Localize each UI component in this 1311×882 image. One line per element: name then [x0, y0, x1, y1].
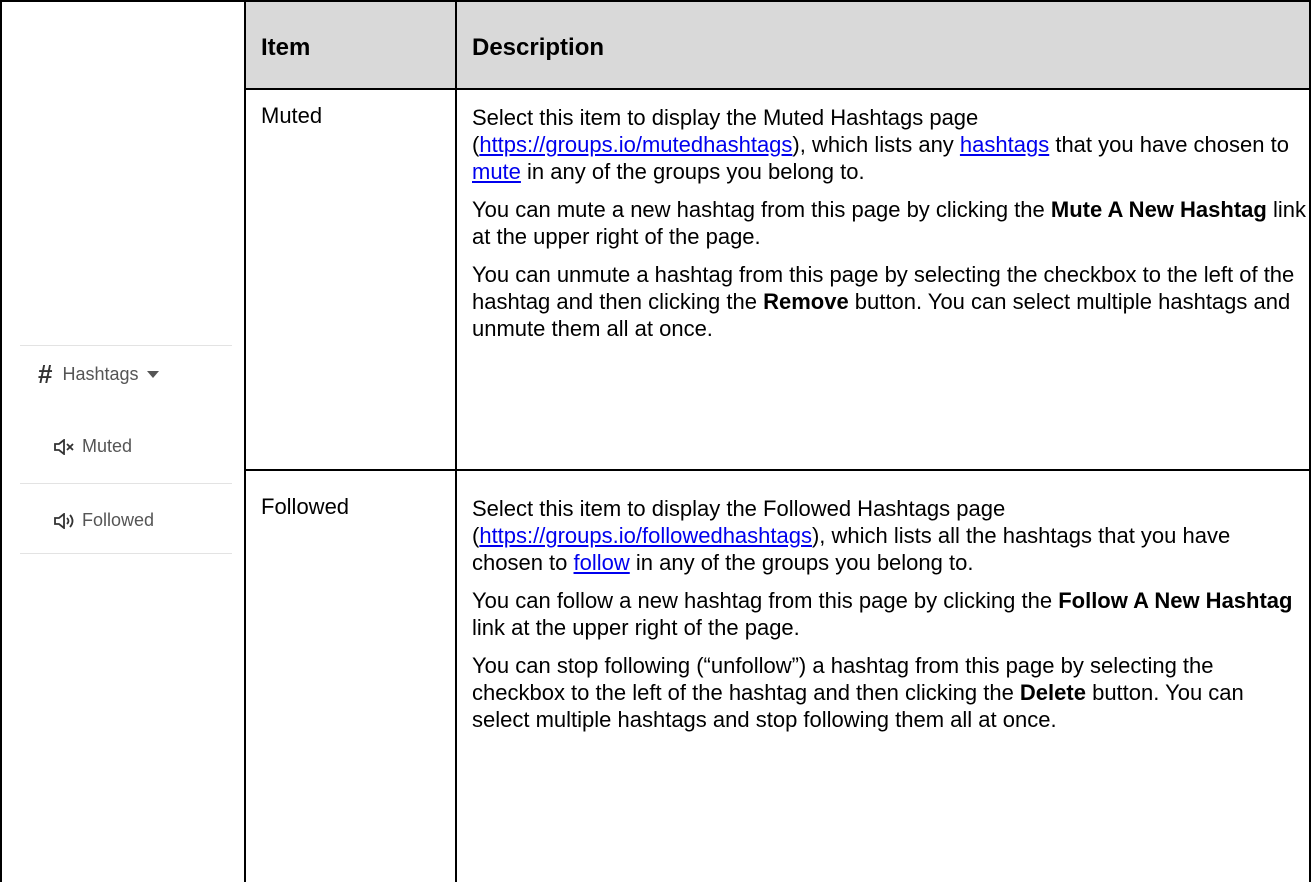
row-description-followed: Select this item to display the Followed…	[472, 495, 1307, 744]
menu-divider	[20, 483, 232, 484]
table-border-col1	[244, 0, 246, 882]
menu-item-followed[interactable]: Followed	[54, 510, 154, 531]
speaker-muted-icon	[54, 438, 74, 455]
follow-link[interactable]: follow	[574, 550, 630, 575]
documentation-table: Item Description # Hashtags Muted Follow…	[0, 0, 1311, 882]
description-paragraph: You can unmute a hashtag from this page …	[472, 262, 1295, 341]
description-paragraph: Select this item to display the Muted Ha…	[472, 105, 1289, 184]
description-paragraph: You can stop following (“unfollow”) a ha…	[472, 653, 1244, 732]
description-paragraph: Select this item to display the Followed…	[472, 496, 1231, 575]
menu-divider	[20, 345, 232, 346]
table-border-top	[0, 0, 1311, 2]
menu-item-label: Followed	[82, 510, 155, 530]
hashtags-menu-illustration: # Hashtags Muted Followed	[20, 345, 232, 554]
mute-link[interactable]: mute	[472, 159, 521, 184]
menu-item-hashtags[interactable]: # Hashtags	[38, 359, 159, 390]
table-border-left	[0, 0, 2, 882]
table-header-row	[246, 0, 1311, 89]
menu-item-muted[interactable]: Muted	[54, 436, 132, 457]
row-description-muted: Select this item to display the Muted Ha…	[472, 104, 1307, 353]
hash-icon: #	[38, 359, 53, 389]
muted-hashtags-url-link[interactable]: https://groups.io/mutedhashtags	[479, 132, 792, 157]
hashtags-link[interactable]: hashtags	[960, 132, 1049, 157]
speaker-on-icon	[54, 512, 74, 529]
description-paragraph: You can follow a new hashtag from this p…	[472, 588, 1293, 640]
menu-item-label: Muted	[82, 436, 133, 456]
row-item-followed: Followed	[261, 494, 350, 519]
description-paragraph: You can mute a new hashtag from this pag…	[472, 197, 1306, 249]
table-border-col2	[455, 0, 457, 882]
column-header-description: Description	[472, 34, 605, 61]
table-row-divider	[244, 469, 1311, 471]
column-header-item: Item	[261, 34, 311, 61]
table-header-divider	[244, 88, 1311, 90]
row-item-muted: Muted	[261, 103, 323, 128]
caret-down-icon	[146, 371, 159, 378]
menu-item-label: Hashtags	[62, 364, 139, 384]
followed-hashtags-url-link[interactable]: https://groups.io/followedhashtags	[479, 523, 812, 548]
menu-divider	[20, 553, 232, 554]
